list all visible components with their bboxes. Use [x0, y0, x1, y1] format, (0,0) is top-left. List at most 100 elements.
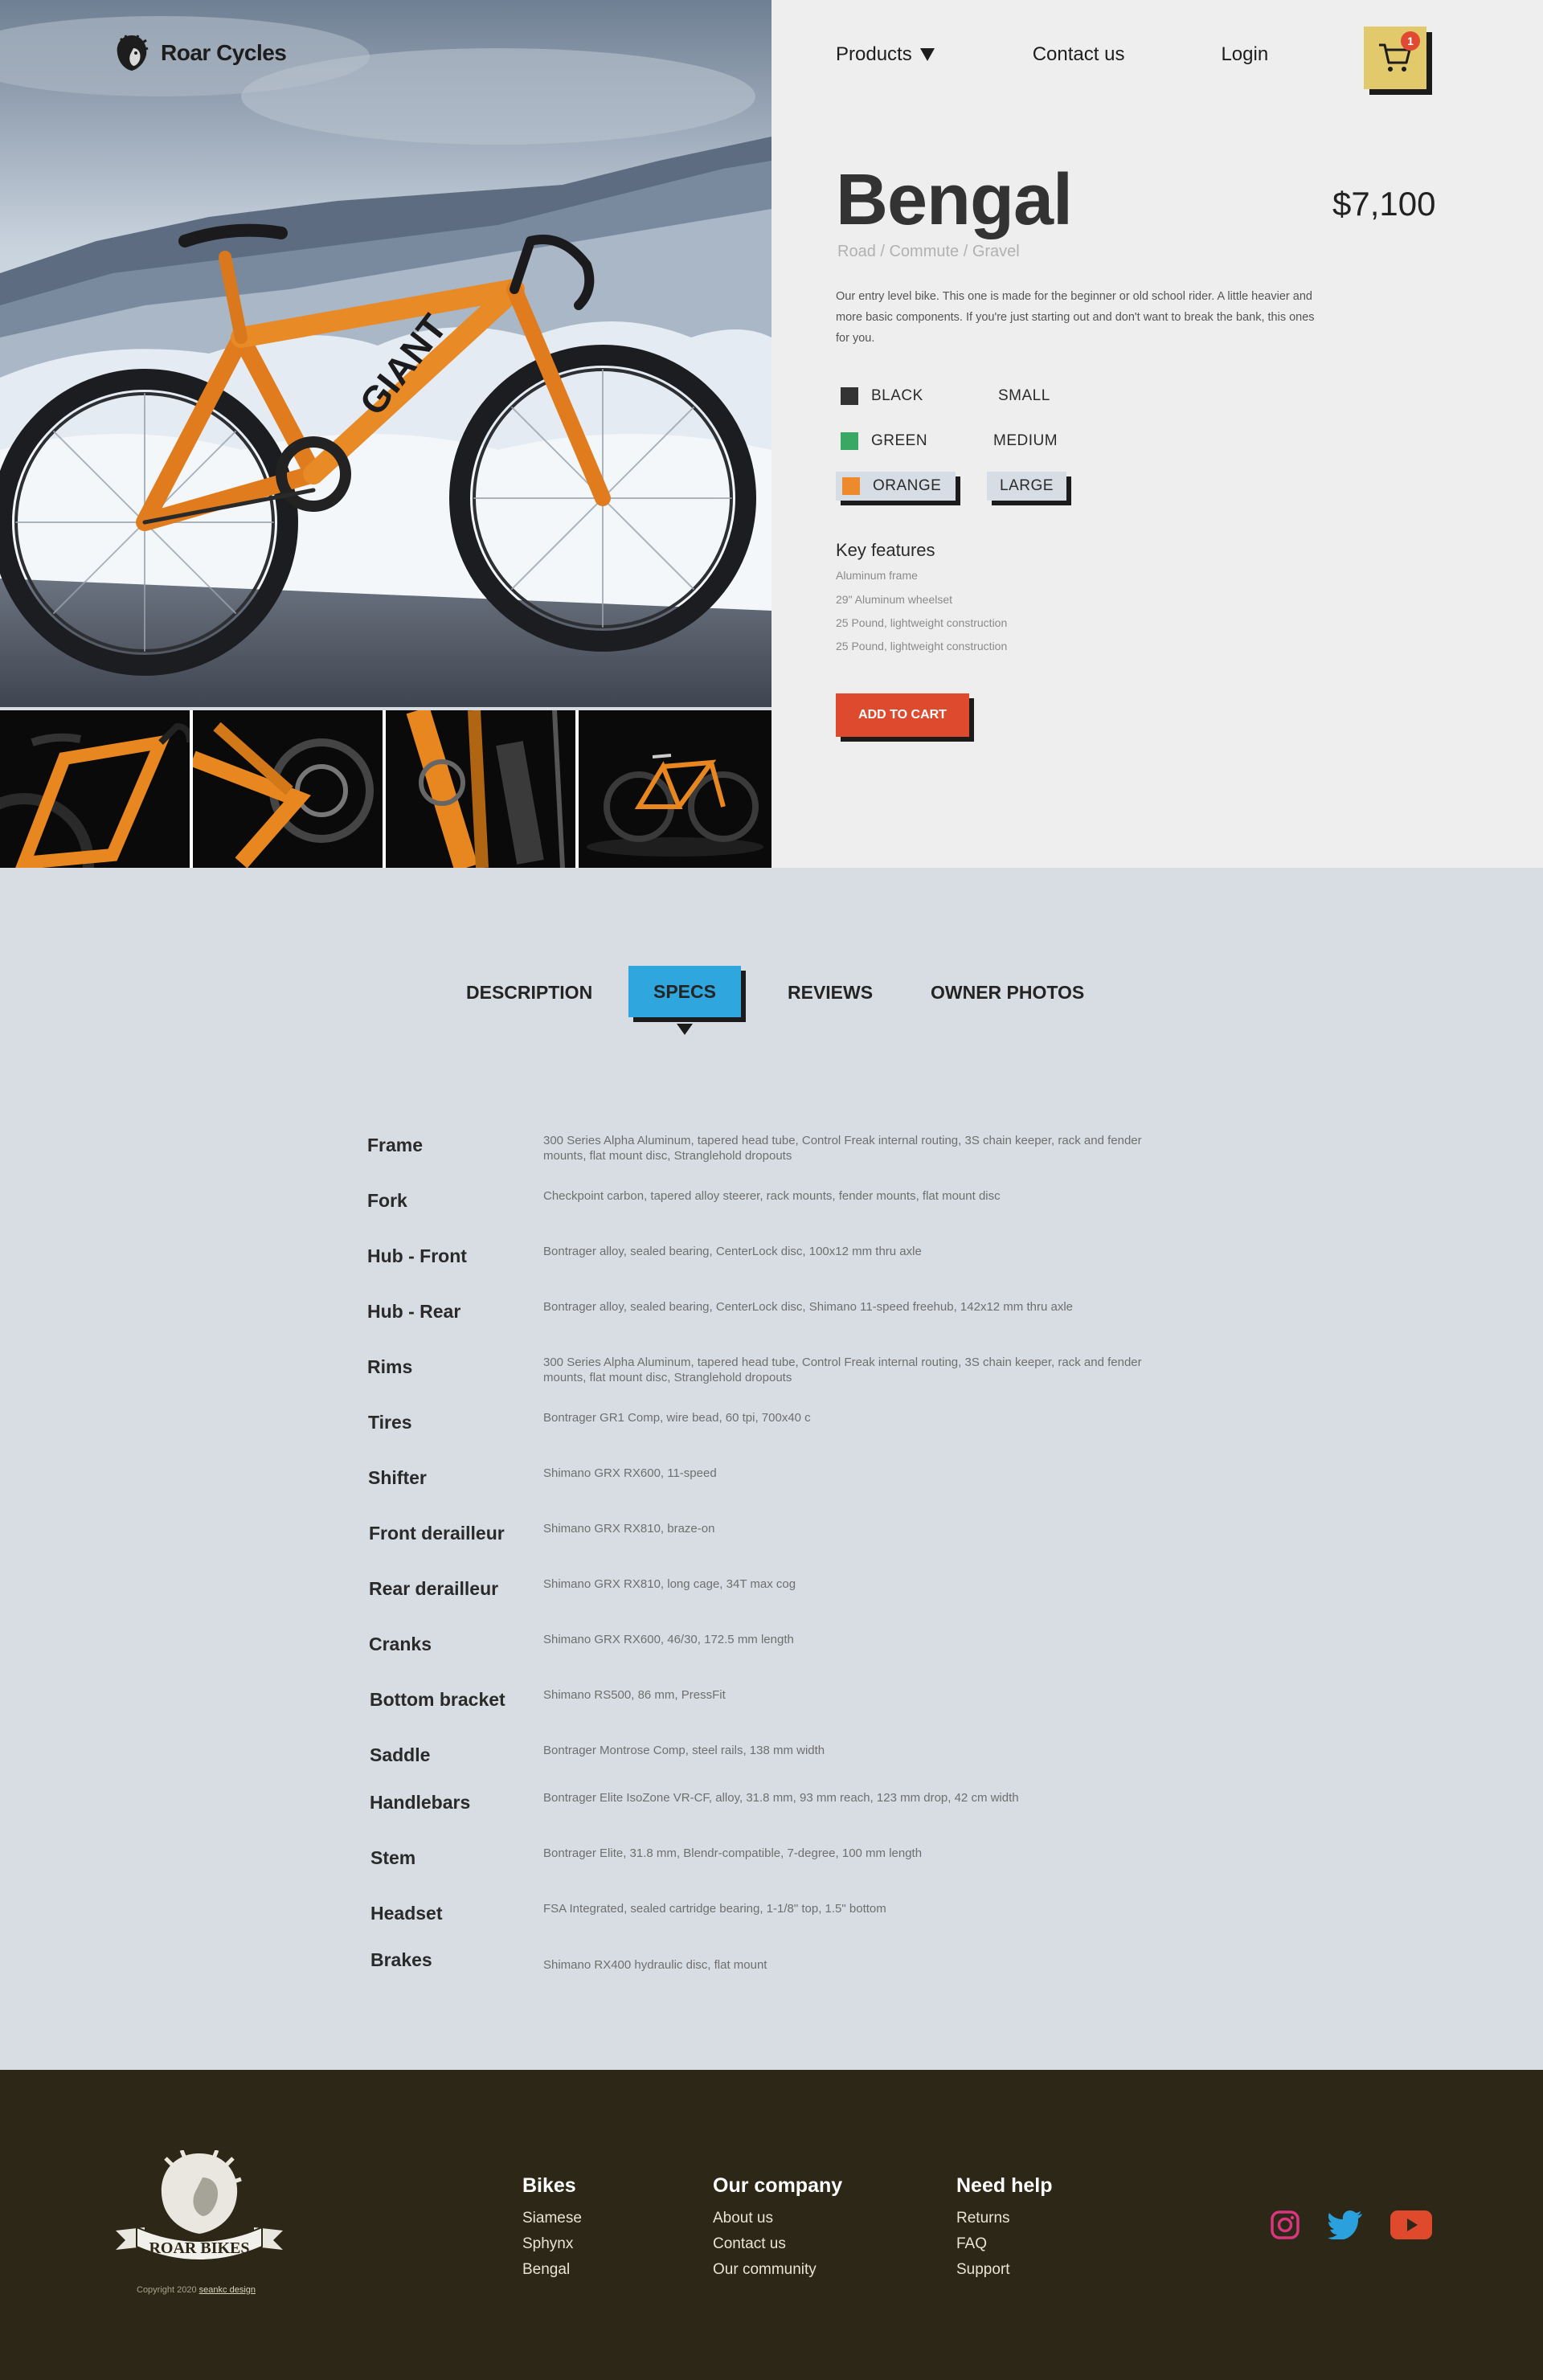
footer-link-contact-us[interactable]: Contact us — [713, 2231, 842, 2257]
specs-table: Frame 300 Series Alpha Aluminum, tapered… — [0, 1125, 1543, 2009]
footer-column-bikes: Bikes Siamese Sphynx Bengal — [522, 2174, 582, 2283]
size-option-small[interactable]: SMALL — [998, 382, 1050, 411]
thumbnail-2[interactable] — [193, 710, 383, 868]
key-features-heading: Key features — [836, 540, 935, 560]
key-feature-item: 29" Aluminum wheelset — [836, 593, 953, 606]
spec-label-handlebars: Handlebars — [370, 1792, 471, 1813]
caret-down-icon — [919, 48, 935, 61]
thumbnail-gallery — [0, 710, 772, 868]
product-tabs: DESCRIPTION SPECS REVIEWS OWNER PHOTOS — [0, 964, 1543, 1045]
color-swatch — [841, 387, 858, 405]
spec-label-fork: Fork — [367, 1190, 407, 1211]
thumbnail-4[interactable] — [579, 710, 772, 868]
thumbnail-3[interactable] — [386, 710, 575, 868]
copyright-designer-link[interactable]: seankc design — [199, 2285, 256, 2295]
spec-label-bottom-bracket: Bottom bracket — [370, 1689, 505, 1710]
product-price: $7,100 — [1332, 185, 1436, 223]
spec-value-shifter: Shimano GRX RX600, 11-speed — [543, 1466, 717, 1480]
instagram-link[interactable] — [1270, 2210, 1300, 2240]
spec-value-bottom-bracket: Shimano RS500, 86 mm, PressFit — [543, 1688, 726, 1702]
thumbnail-1[interactable] — [0, 710, 190, 868]
product-hero-section: GIANT Roar Cycles Products Contact us Lo… — [0, 0, 1543, 868]
color-swatch — [841, 432, 858, 450]
spec-label-headset: Headset — [370, 1903, 443, 1924]
lion-logo-icon — [117, 35, 149, 71]
spec-label-rims: Rims — [367, 1356, 413, 1377]
footer-link-returns[interactable]: Returns — [956, 2206, 1052, 2231]
tab-owner-photos[interactable]: OWNER PHOTOS — [931, 982, 1084, 1004]
color-swatch — [842, 477, 860, 495]
footer-link-sphynx[interactable]: Sphynx — [522, 2231, 582, 2257]
youtube-link[interactable] — [1390, 2210, 1432, 2239]
tab-reviews[interactable]: REVIEWS — [788, 982, 873, 1004]
size-option-large[interactable]: LARGE — [987, 472, 1066, 501]
product-description: Our entry level bike. This one is made f… — [836, 290, 1315, 345]
footer-link-support[interactable]: Support — [956, 2257, 1052, 2283]
spec-label-cranks: Cranks — [369, 1634, 432, 1654]
active-tab-pointer — [677, 1024, 693, 1035]
nav-login[interactable]: Login — [1221, 43, 1268, 66]
footer-link-bengal[interactable]: Bengal — [522, 2257, 582, 2283]
key-feature-item: 25 Pound, lightweight construction — [836, 616, 1008, 629]
footer-link-our-community[interactable]: Our community — [713, 2257, 842, 2283]
footer-column-help: Need help Returns FAQ Support — [956, 2174, 1052, 2283]
spec-value-brakes: Shimano RX400 hydraulic disc, flat mount — [543, 1958, 767, 1972]
footer-link-faq[interactable]: FAQ — [956, 2231, 1052, 2257]
cart-button[interactable]: 1 — [1364, 27, 1426, 89]
spec-value-stem: Bontrager Elite, 31.8 mm, Blendr-compati… — [543, 1846, 923, 1860]
nav-products[interactable]: Products — [836, 43, 935, 66]
color-option-black[interactable]: BLACK — [841, 382, 923, 411]
spec-label-front-derailleur: Front derailleur — [369, 1523, 505, 1544]
cart-count-badge: 1 — [1401, 31, 1420, 51]
spec-value-rear-derailleur: Shimano GRX RX810, long cage, 34T max co… — [543, 1577, 796, 1591]
spec-value-tires: Bontrager GR1 Comp, wire bead, 60 tpi, 7… — [543, 1411, 811, 1425]
nav-contact-us[interactable]: Contact us — [1033, 43, 1125, 66]
spec-label-stem: Stem — [370, 1847, 416, 1868]
spec-value-front-derailleur: Shimano GRX RX810, braze-on — [543, 1522, 715, 1536]
spec-value-handlebars: Bontrager Elite IsoZone VR-CF, alloy, 31… — [543, 1791, 1019, 1805]
product-hero-image: GIANT — [0, 0, 772, 707]
add-to-cart-button[interactable]: ADD TO CART — [836, 693, 969, 737]
social-links — [1270, 2210, 1432, 2240]
copyright-text: Copyright 2020 — [137, 2285, 197, 2295]
brand-name: Roar Cycles — [161, 40, 287, 65]
footer-heading-help: Need help — [956, 2174, 1053, 2197]
tab-specs[interactable]: SPECS — [628, 966, 741, 1017]
tab-description[interactable]: DESCRIPTION — [466, 982, 592, 1004]
spec-label-hub-front: Hub - Front — [367, 1245, 467, 1266]
nav-products-label: Products — [836, 43, 912, 65]
youtube-icon — [1390, 2210, 1432, 2239]
footer-column-company: Our company About us Contact us Our comm… — [713, 2174, 842, 2283]
spec-value-rims: 300 Series Alpha Aluminum, tapered head … — [543, 1356, 1142, 1384]
key-feature-item: Aluminum frame — [836, 569, 918, 582]
spec-label-brakes: Brakes — [370, 1949, 432, 1970]
twitter-link[interactable] — [1328, 2210, 1363, 2239]
color-option-green[interactable]: GREEN — [841, 427, 927, 456]
footer-logo-text: ROAR BIKES — [149, 2239, 249, 2257]
twitter-icon — [1328, 2210, 1362, 2239]
spec-value-cranks: Shimano GRX RX600, 46/30, 172.5 mm lengt… — [543, 1633, 794, 1646]
spec-label-rear-derailleur: Rear derailleur — [369, 1578, 499, 1599]
brand-logo[interactable]: Roar Cycles — [114, 34, 287, 72]
footer-logo[interactable]: ROAR BIKES — [113, 2149, 286, 2280]
footer-link-siamese[interactable]: Siamese — [522, 2206, 582, 2231]
size-option-medium[interactable]: MEDIUM — [993, 427, 1058, 456]
color-option-label: GREEN — [871, 432, 928, 449]
spec-label-saddle: Saddle — [370, 1744, 431, 1765]
instagram-icon — [1271, 2210, 1299, 2239]
site-footer: ROAR BIKES Copyright 2020 seankc design … — [0, 2070, 1543, 2380]
color-option-orange[interactable]: ORANGE — [836, 472, 956, 501]
copyright: Copyright 2020 seankc design — [137, 2285, 256, 2295]
spec-label-tires: Tires — [368, 1412, 412, 1433]
product-categories: Road / Commute / Gravel — [837, 243, 1020, 260]
footer-heading-company: Our company — [713, 2174, 843, 2197]
key-feature-item: 25 Pound, lightweight construction — [836, 640, 1008, 652]
spec-value-hub-front: Bontrager alloy, sealed bearing, CenterL… — [543, 1245, 922, 1258]
footer-heading-bikes: Bikes — [522, 2174, 576, 2197]
main-navigation: Products Contact us Login — [836, 43, 1268, 66]
spec-label-hub-rear: Hub - Rear — [367, 1301, 461, 1322]
footer-link-about-us[interactable]: About us — [713, 2206, 842, 2231]
spec-value-saddle: Bontrager Montrose Comp, steel rails, 13… — [543, 1744, 825, 1757]
color-option-label: ORANGE — [873, 477, 942, 494]
spec-value-headset: FSA Integrated, sealed cartridge bearing… — [543, 1902, 886, 1916]
